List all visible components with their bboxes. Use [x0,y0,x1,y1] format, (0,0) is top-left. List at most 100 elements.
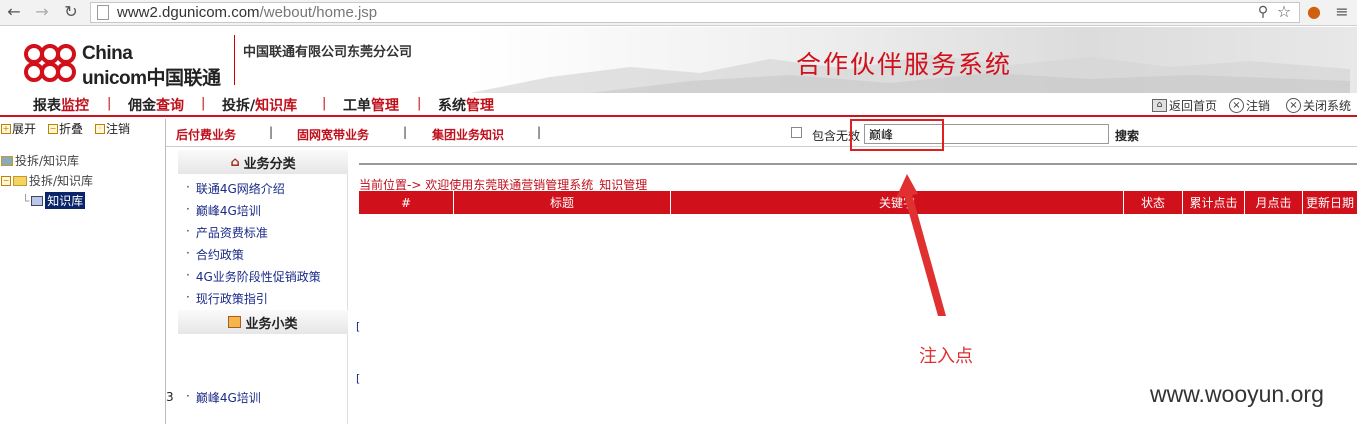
unicom-logo-icon [24,44,76,82]
subnav-postpaid[interactable]: 后付费业务 [176,126,236,143]
logo-text-unicom: unicom中国联通 [82,68,221,89]
subcategory-header: 业务小类 [178,310,348,334]
tree-root[interactable]: 投拆/知识库 [1,152,79,169]
nav-ticket-management[interactable]: 工单管理 [343,95,399,115]
category-item[interactable]: · 4G业务阶段性促销政策 [186,268,321,285]
category-panel: ⌂ 业务分类 · 联通4G网络介绍 · 巅峰4G培训 · 产品资费标准 · 合约政策 · 4… [178,150,348,424]
category-label: 巅峰4G培训 [195,204,261,218]
clipped-text: [ [356,320,361,333]
category-label: 合约政策 [195,248,244,262]
reload-icon[interactable]: ↻ [61,2,81,22]
minus-icon: − [48,123,58,134]
category-header-label: 业务分类 [243,156,296,172]
nav-report-monitor[interactable]: 报表监控 [33,95,89,115]
bullet: · [186,246,190,260]
return-home-label: 返回首页 [1169,99,1218,113]
include-invalid-label: 包含无效 [812,129,861,143]
tree-folder[interactable]: − 投拆/知识库 [1,172,93,189]
content-divider [359,163,1357,165]
extension-icon[interactable]: ⚲ [1253,2,1273,22]
subnav-broadband[interactable]: 固网宽带业务 [297,126,369,143]
nav-label: 佣金 [128,98,156,114]
subnav-separator: | [269,125,274,139]
column-header[interactable]: 标题 [454,191,671,215]
nav-label: 工单 [343,98,371,114]
side-number: 3 [166,390,174,404]
page-icon [97,5,109,20]
sub-nav: 后付费业务 | 固网宽带业务 | 集团业务知识 | [166,119,1357,147]
subcategory-label: 巅峰4G培训 [195,391,261,405]
home-icon: ⌂ [230,154,240,170]
site-header: China unicom中国联通 中国联通有限公司东莞分公司 合作伙伴服务系统 [0,27,1357,93]
nav-label: 投拆/ [222,98,256,114]
column-header[interactable]: 累计点击 [1183,191,1245,215]
logout-label: 注销 [1246,99,1271,113]
category-item[interactable]: · 巅峰4G培训 [186,202,261,219]
nav-separator: | [201,96,206,111]
nav-label-red: 监控 [61,98,89,114]
edit-icon [228,316,242,328]
subnav-separator: | [403,125,408,139]
tree-knowledge-node[interactable]: └ 知识库 [22,192,86,209]
bullet: · [186,180,190,194]
logout-icon: · [95,123,105,134]
home-icon: ⌂ [1152,99,1167,112]
search-input[interactable] [864,124,1109,144]
main-nav: 报表监控 | 佣金查询 | 投拆/知识库 | 工单管理 | 系统管理 ⌂ 返回首页… [0,93,1357,117]
tree-connector: └ [22,193,30,208]
back-icon[interactable]: ← [4,2,24,22]
close-system-label: 关闭系统 [1303,99,1352,113]
profile-icon[interactable]: ● [1304,2,1324,22]
folder-icon [13,175,27,186]
nav-commission-query[interactable]: 佣金查询 [128,95,184,115]
minus-icon: − [1,175,11,186]
column-header[interactable]: # [359,191,454,215]
clipped-text: [ [356,372,361,385]
bullet: · [186,224,190,238]
category-header: ⌂ 业务分类 [178,150,348,174]
bullet: · [186,202,190,216]
address-bar[interactable]: www2.dgunicom.com/webout/home.jsp [90,2,1300,23]
logo-text-china: China [82,43,133,64]
collapse-button[interactable]: − 折叠 [48,120,83,137]
category-item[interactable]: · 现行政策指引 [186,290,268,307]
bookmark-star-icon[interactable]: ☆ [1274,2,1294,22]
nav-label-red: 管理 [466,98,494,114]
category-label: 产品资费标准 [195,226,268,240]
logo-divider [234,35,235,85]
tree-logout-button[interactable]: · 注销 [95,120,130,137]
close-system-link[interactable]: × 关闭系统 [1286,97,1351,114]
nav-separator: | [417,96,422,111]
bullet: · [186,290,190,304]
search-button[interactable]: 搜索 [1115,127,1139,144]
subcategory-header-label: 业务小类 [245,316,298,332]
column-header[interactable]: 月点击 [1245,191,1303,215]
nav-label: 系统 [438,98,466,114]
category-item[interactable]: · 产品资费标准 [186,224,268,241]
tree-logout-label: 注销 [106,122,131,136]
logout-link[interactable]: × 注销 [1229,97,1270,114]
category-item[interactable]: · 联通4G网络介绍 [186,180,285,197]
browser-toolbar: ← → ↻ www2.dgunicom.com/webout/home.jsp … [0,0,1357,26]
nav-system-management[interactable]: 系统管理 [438,95,494,115]
subcategory-item[interactable]: · 巅峰4G培训 [186,389,261,406]
subnav-group-knowledge[interactable]: 集团业务知识 [432,126,504,143]
tree-folder-label: 投拆/知识库 [29,174,94,188]
category-label: 联通4G网络介绍 [195,182,285,196]
collapse-label: 折叠 [59,122,84,136]
forward-icon[interactable]: → [32,2,52,22]
close-circle-icon: × [1229,98,1244,113]
nav-complaint-knowledge[interactable]: 投拆/知识库 [222,95,297,115]
return-home-link[interactable]: ⌂ 返回首页 [1152,97,1217,114]
nav-label-red: 知识库 [255,98,298,114]
expand-label: 展开 [12,122,37,136]
expand-button[interactable]: + 展开 [1,120,36,137]
close-circle-icon: × [1286,98,1301,113]
category-item[interactable]: · 合约政策 [186,246,244,263]
include-invalid-checkbox[interactable] [791,127,802,138]
column-header[interactable]: 状态 [1124,191,1183,215]
watermark: www.wooyun.org [1150,381,1324,407]
menu-icon[interactable]: ≡ [1332,2,1352,22]
column-header[interactable]: 更新日期 [1303,191,1357,215]
system-title: 合作伙伴服务系统 [796,50,1013,79]
